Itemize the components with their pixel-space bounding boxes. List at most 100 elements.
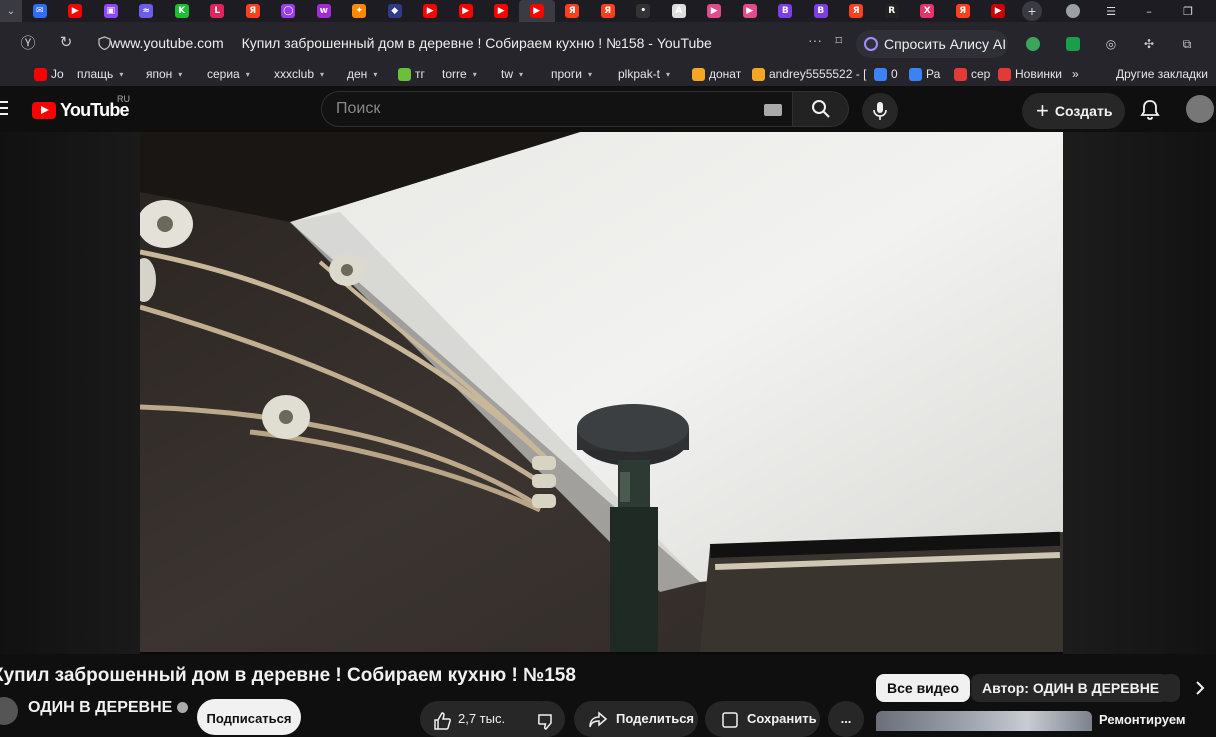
- red-play-icon: ▶: [991, 4, 1006, 18]
- bookmark-item[interactable]: torre ▾: [442, 66, 477, 82]
- more-actions-button[interactable]: ...: [828, 701, 864, 737]
- search-button[interactable]: [793, 91, 849, 127]
- browser-tab[interactable]: ✉: [22, 0, 58, 22]
- browser-tab[interactable]: ▶: [413, 0, 449, 22]
- bookmark-item[interactable]: 0: [874, 66, 898, 82]
- browser-tab[interactable]: R: [874, 0, 910, 22]
- browser-tab[interactable]: •: [626, 0, 662, 22]
- browser-tab[interactable]: Я: [590, 0, 626, 22]
- bookmark-item[interactable]: Jo: [34, 66, 64, 82]
- tab-list-button[interactable]: ⌄: [0, 0, 22, 22]
- bookmark-item[interactable]: проги ▾: [551, 66, 592, 82]
- browser-tab[interactable]: Я: [555, 0, 591, 22]
- voice-search-button[interactable]: [862, 93, 898, 129]
- counter-icon: [874, 67, 887, 81]
- browser-tab[interactable]: K: [164, 0, 200, 22]
- bookmark-item[interactable]: Новинки: [998, 66, 1062, 82]
- search-box[interactable]: Поиск: [321, 91, 793, 127]
- browser-tab[interactable]: B: [803, 0, 839, 22]
- bookmark-item[interactable]: тг: [398, 66, 425, 82]
- chip-author[interactable]: Автор: ОДИН В ДЕРЕВНЕ: [971, 674, 1171, 702]
- browser-tab[interactable]: ▶: [448, 0, 484, 22]
- other-bookmarks-folder[interactable]: Другие закладки: [1116, 66, 1208, 82]
- address-bar[interactable]: www.youtube.com Купил заброшенный дом в …: [88, 28, 852, 58]
- like-button[interactable]: 2,7 тыс.: [420, 711, 505, 731]
- minimize-icon[interactable]: –: [1138, 0, 1160, 22]
- chips-scroll-right-button[interactable]: [1186, 674, 1214, 702]
- browser-tab[interactable]: A: [661, 0, 697, 22]
- reload-icon[interactable]: ↻: [52, 28, 80, 56]
- browser-tab[interactable]: Я: [945, 0, 981, 22]
- browser-tab[interactable]: ▶: [732, 0, 768, 22]
- bookmark-item[interactable]: xxxclub ▾: [274, 66, 324, 82]
- browser-tab[interactable]: ◆: [377, 0, 413, 22]
- bookmark-item[interactable]: ден ▾: [347, 66, 377, 82]
- bookmark-item[interactable]: донат: [692, 66, 741, 82]
- browser-tab[interactable]: ✦: [342, 0, 378, 22]
- bookmark-label: xxxclub: [274, 67, 315, 81]
- bookmark-item[interactable]: сер: [954, 66, 990, 82]
- recommended-video-thumbnail[interactable]: [876, 711, 1092, 731]
- account-avatar[interactable]: [1186, 95, 1214, 123]
- share-button[interactable]: Поделиться: [574, 701, 698, 737]
- extension-glasses-icon[interactable]: ◎: [1100, 34, 1122, 54]
- save-button[interactable]: Сохранить: [705, 701, 820, 737]
- bookmark-item[interactable]: tw ▾: [501, 66, 523, 82]
- channel-name[interactable]: ОДИН В ДЕРЕВНЕ: [28, 699, 189, 717]
- browser-tab[interactable]: B: [768, 0, 804, 22]
- restore-window-icon[interactable]: ❐: [1176, 0, 1200, 22]
- guide-menu-icon[interactable]: [0, 101, 8, 119]
- browser-tab[interactable]: ▶: [484, 0, 520, 22]
- bookmark-item[interactable]: andrey5555522 - [: [752, 66, 866, 82]
- yandex-home-icon[interactable]: Ⓨ: [14, 28, 42, 56]
- extension-shield-icon[interactable]: [1062, 34, 1084, 54]
- create-button[interactable]: + Создать: [1022, 93, 1125, 129]
- browser-tab[interactable]: ≈: [129, 0, 165, 22]
- chip-all-videos[interactable]: Все видео: [876, 674, 971, 702]
- bookmark-page-icon[interactable]: ⌑: [835, 34, 842, 49]
- more-actions-icon[interactable]: ···: [808, 32, 822, 48]
- site-icon: [954, 67, 967, 81]
- chip-next-partial[interactable]: [1160, 674, 1180, 702]
- like-count: 2,7 тыс.: [458, 711, 506, 726]
- search-input[interactable]: Поиск: [336, 100, 380, 118]
- browser-tab[interactable]: ▶: [519, 0, 555, 22]
- browser-tab[interactable]: Я: [235, 0, 271, 22]
- bookmark-item[interactable]: япон ▾: [146, 66, 182, 82]
- bookmark-item[interactable]: Ра: [909, 66, 940, 82]
- browser-tab[interactable]: ▣: [93, 0, 129, 22]
- youtube-icon: ▶: [494, 4, 509, 18]
- bookmark-item[interactable]: плащь ▾: [77, 66, 123, 82]
- browser-tab[interactable]: Я: [839, 0, 875, 22]
- browser-tab[interactable]: ▶: [58, 0, 94, 22]
- keyboard-icon[interactable]: [764, 104, 782, 116]
- dislike-button[interactable]: [527, 701, 565, 737]
- youtube-logo[interactable]: YouTube RU: [32, 94, 130, 121]
- video-player[interactable]: [0, 132, 1216, 654]
- ask-alice-button[interactable]: Спросить Алису AI: [856, 30, 1008, 58]
- menu-icon[interactable]: ☰: [1100, 0, 1122, 22]
- profile-icon[interactable]: [1062, 0, 1084, 22]
- browser-tab[interactable]: ▶: [981, 0, 1017, 22]
- bookmark-item[interactable]: plkpak-t ▾: [618, 66, 670, 82]
- video-title: Купил заброшенный дом в деревне ! Собира…: [0, 665, 576, 686]
- browser-tab[interactable]: X: [910, 0, 946, 22]
- site-info-icon[interactable]: [98, 36, 111, 50]
- browser-tab[interactable]: L: [200, 0, 236, 22]
- more-bookmarks-button[interactable]: »: [1072, 66, 1079, 82]
- channel-avatar[interactable]: [0, 697, 18, 725]
- video-frame[interactable]: [140, 132, 1063, 652]
- subscribe-button[interactable]: Подписаться: [197, 699, 301, 735]
- extensions-puzzle-icon[interactable]: ✣: [1138, 34, 1160, 54]
- browser-tab[interactable]: w: [306, 0, 342, 22]
- browser-tab[interactable]: ▶: [697, 0, 733, 22]
- collections-icon[interactable]: ⧉: [1176, 34, 1198, 54]
- bookmark-label: плащь: [77, 67, 114, 81]
- browser-tab[interactable]: ◯: [271, 0, 307, 22]
- pink-play-icon: ▶: [707, 4, 722, 18]
- new-tab-button[interactable]: +: [1022, 1, 1042, 21]
- extension-globe-icon[interactable]: [1022, 34, 1044, 54]
- notifications-bell-icon[interactable]: [1138, 98, 1162, 122]
- pink-play-icon: ▶: [742, 4, 757, 18]
- bookmark-item[interactable]: сериа ▾: [207, 66, 250, 82]
